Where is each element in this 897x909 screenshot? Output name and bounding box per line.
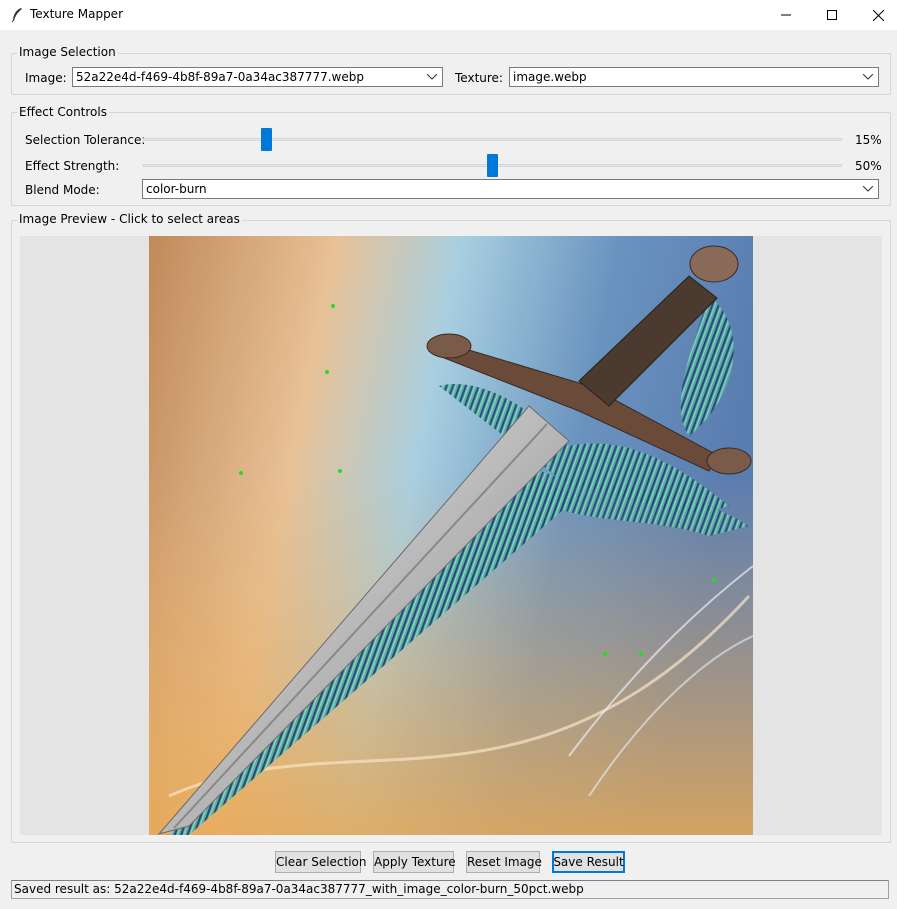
selection-point: [603, 652, 607, 656]
maximize-icon: [827, 10, 837, 20]
tolerance-value: 15%: [855, 133, 882, 147]
image-selection-legend: Image Selection: [17, 45, 118, 59]
clear-selection-button[interactable]: Clear Selection: [275, 851, 367, 873]
texture-select[interactable]: image.webp: [509, 67, 879, 87]
strength-slider-thumb[interactable]: [487, 154, 498, 177]
image-select[interactable]: 52a22e4d-f469-4b8f-89a7-0a34ac387777.web…: [72, 67, 443, 87]
selection-point: [639, 652, 643, 656]
tolerance-slider-thumb[interactable]: [260, 128, 272, 151]
selection-point: [331, 304, 335, 308]
chevron-down-icon: [862, 180, 874, 198]
feather-icon: [11, 8, 22, 23]
tolerance-label: Selection Tolerance:: [25, 133, 146, 147]
blend-mode-value: color-burn: [146, 182, 207, 196]
selection-point: [325, 370, 329, 374]
tolerance-slider-track[interactable]: [143, 138, 842, 141]
selection-point: [712, 578, 716, 582]
blend-mode-label: Blend Mode:: [25, 183, 100, 197]
title-bar: Texture Mapper: [0, 0, 897, 30]
strength-value: 50%: [855, 159, 882, 173]
save-result-button[interactable]: Save Result: [552, 851, 625, 873]
chevron-down-icon: [862, 68, 874, 86]
close-button[interactable]: [855, 0, 897, 30]
strength-label: Effect Strength:: [25, 159, 120, 173]
chevron-down-icon: [426, 68, 438, 86]
minimize-button[interactable]: [763, 0, 809, 30]
status-bar: Saved result as: 52a22e4d-f469-4b8f-89a7…: [11, 880, 889, 899]
image-preview-legend: Image Preview - Click to select areas: [17, 212, 242, 226]
texture-label: Texture:: [455, 71, 503, 85]
maximize-button[interactable]: [809, 0, 855, 30]
image-select-value: 52a22e4d-f469-4b8f-89a7-0a34ac387777.web…: [76, 70, 364, 84]
effect-controls-legend: Effect Controls: [17, 105, 109, 119]
close-icon: [872, 9, 884, 21]
sword-image[interactable]: [149, 236, 753, 835]
window-title: Texture Mapper: [30, 7, 123, 21]
blend-mode-select[interactable]: color-burn: [142, 179, 879, 199]
selection-point: [338, 469, 342, 473]
minimize-icon: [781, 14, 791, 16]
reset-image-button[interactable]: Reset Image: [466, 851, 542, 873]
image-label: Image:: [25, 71, 67, 85]
texture-select-value: image.webp: [513, 70, 587, 84]
preview-canvas[interactable]: [20, 236, 882, 835]
selection-point: [239, 471, 243, 475]
apply-texture-button[interactable]: Apply Texture: [373, 851, 456, 873]
